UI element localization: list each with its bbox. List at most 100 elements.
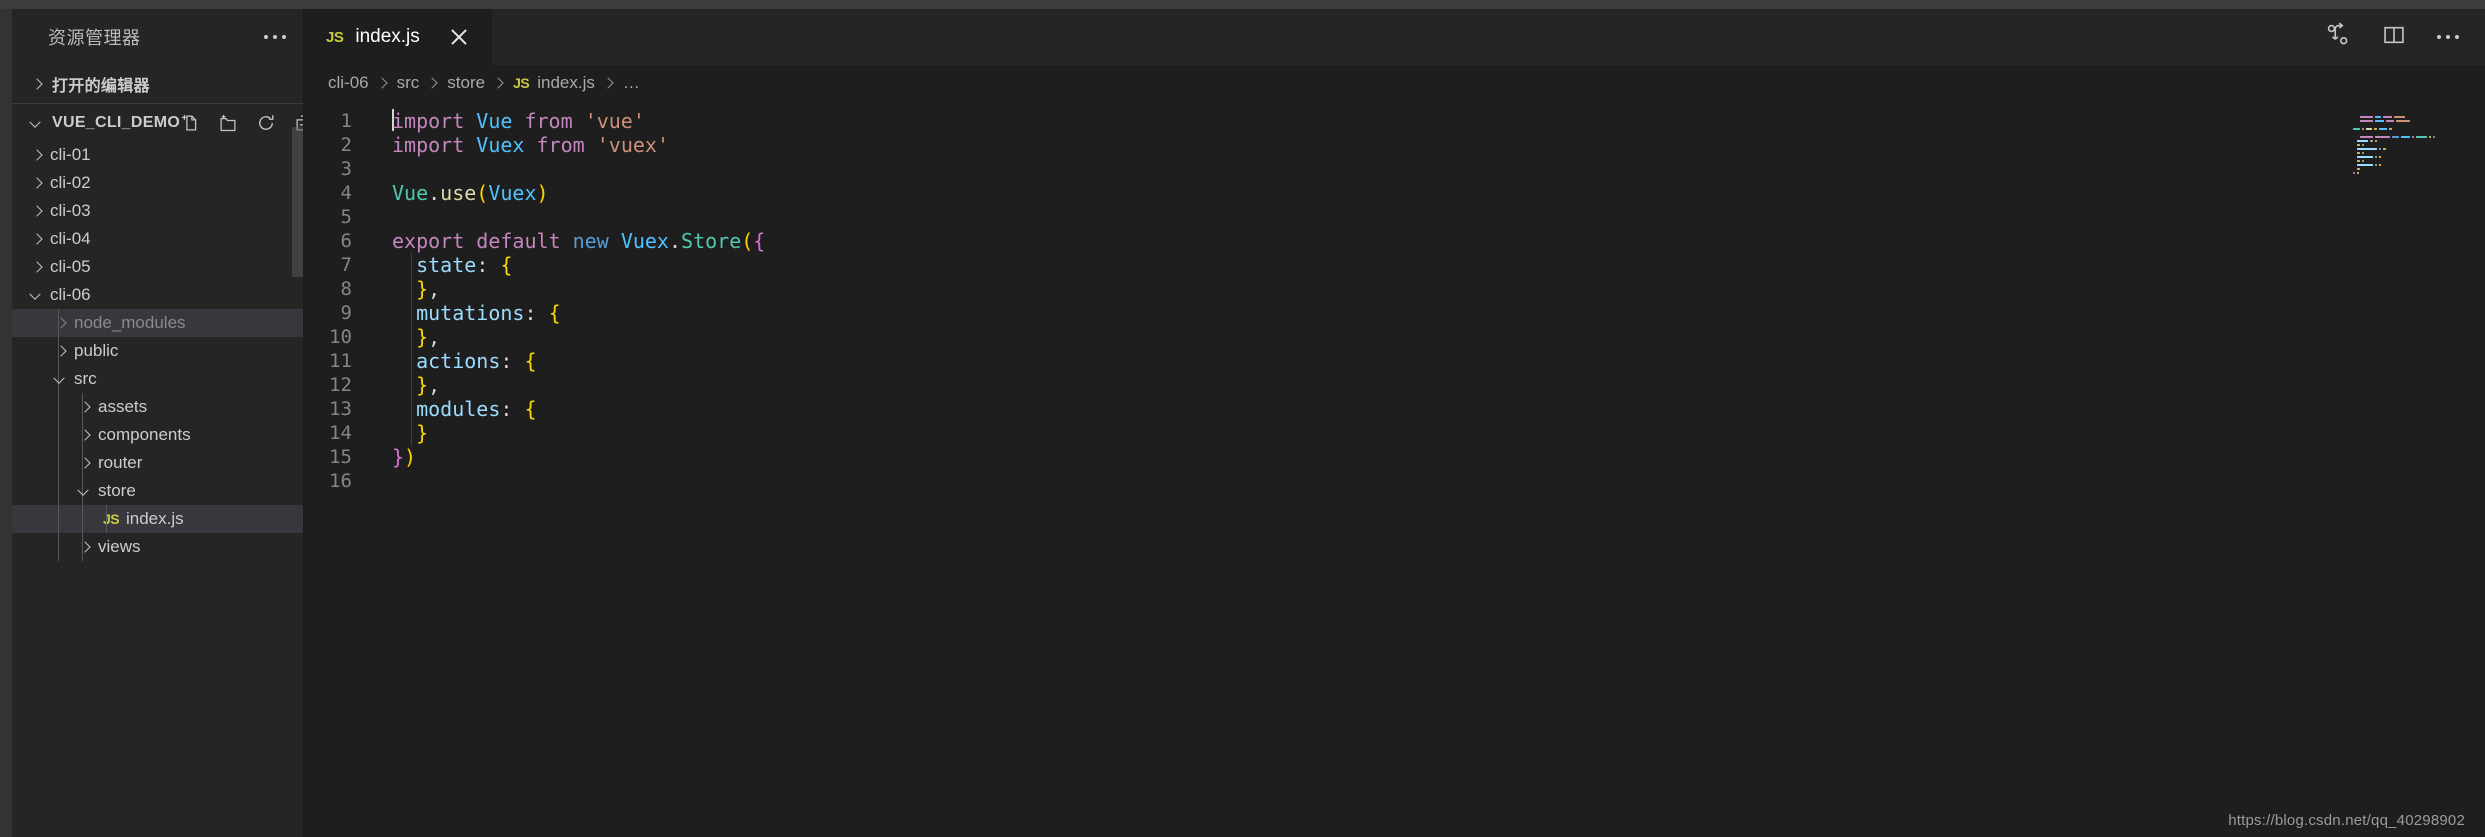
indent-guide [58,477,59,505]
workbench-body: 资源管理器 打开的编辑器 VUE_CLI_DEMO cli-01 cli-02 … [0,9,2485,837]
breadcrumb-item-cli-06[interactable]: cli-06 [326,73,371,93]
code-token: state [416,253,477,277]
chevron-right-icon[interactable] [74,424,96,446]
code-token: 'vuex' [596,133,669,157]
code-line-15[interactable]: }) [382,445,2485,469]
tree-folder-cli-03[interactable]: cli-03 [12,197,304,225]
code-content[interactable]: import Vue from 'vue' import Vuex from 'v… [382,101,2485,837]
chevron-down-icon[interactable] [26,284,48,306]
code-line-10[interactable]: }, [382,325,2485,349]
indent-guide [58,393,59,421]
code-token: : [500,349,525,373]
tree-folder-cli-01[interactable]: cli-01 [12,141,304,169]
tree-folder-cli-05[interactable]: cli-05 [12,253,304,281]
code-token: actions [416,349,501,373]
code-token: ( [741,229,754,253]
more-actions-icon[interactable] [2437,35,2459,39]
breadcrumb-item-store[interactable]: store [445,73,487,93]
tree-folder-public[interactable]: public [12,337,304,365]
chevron-right-icon[interactable] [74,396,96,418]
file-tree[interactable]: cli-01 cli-02 cli-03 cli-04 cli-05 cli-06 node… [12,141,304,837]
code-line-11[interactable]: actions: { [382,349,2485,373]
tree-folder-assets[interactable]: assets [12,393,304,421]
code-token: mutations [416,301,525,325]
chevron-right-icon[interactable] [50,312,72,334]
open-editors-section-header[interactable]: 打开的编辑器 [12,65,304,103]
code-token: . [668,229,682,253]
breadcrumb-separator-icon [487,74,511,92]
chevron-down-icon[interactable] [50,368,72,390]
split-editor-icon[interactable] [2381,22,2407,53]
tree-item-label: assets [98,397,148,416]
code-line-8[interactable]: }, [382,277,2485,301]
tree-folder-src[interactable]: src [12,365,304,393]
chevron-down-icon[interactable] [74,480,96,502]
code-line-7[interactable]: state: { [382,253,2485,277]
chevron-right-icon[interactable] [26,200,48,222]
code-line-4[interactable]: Vue.use(Vuex) [382,181,2485,205]
code-token: from [524,109,573,133]
tree-folder-router[interactable]: router [12,449,304,477]
breadcrumb[interactable]: cli-06 src store JS index.js … [304,65,2485,101]
code-line-2[interactable]: import Vuex from 'vuex' [382,133,2485,157]
code-line-14[interactable]: } [382,421,2485,445]
code-line-6[interactable]: export default new Vuex.Store({ [382,229,2485,253]
line-number-gutter: 1 2 3 4 5 6 7 8 9 10 11 12 13 14 15 16 [304,101,382,837]
workspace-section-header[interactable]: VUE_CLI_DEMO [12,103,312,141]
indent-guide [58,421,59,449]
code-line-16[interactable] [382,469,2485,493]
explorer-title: 资源管理器 [48,28,141,48]
tree-folder-cli-04[interactable]: cli-04 [12,225,304,253]
new-folder-icon[interactable] [218,113,238,133]
code-editor[interactable]: 1 2 3 4 5 6 7 8 9 10 11 12 13 14 15 16 import Vue from … [304,101,2485,837]
new-file-icon[interactable] [180,113,200,133]
code-token: { [524,397,537,421]
chevron-right-icon[interactable] [26,172,48,194]
tab-index-js[interactable]: JS index.js [304,9,493,65]
line-number: 10 [329,326,352,348]
code-line-1[interactable]: import Vue from 'vue' [382,109,2485,133]
editor-scrollbar[interactable] [2469,101,2485,837]
breadcrumb-item-[interactable]: … [621,73,642,93]
code-token: } [416,277,429,301]
code-line-5[interactable] [382,205,2485,229]
code-token: Vue [392,181,429,205]
code-line-3[interactable] [382,157,2485,181]
code-line-12[interactable]: }, [382,373,2485,397]
breadcrumb-item-index.js[interactable]: JS index.js [511,73,597,93]
tree-item-label: cli-01 [50,145,91,164]
refresh-icon[interactable] [256,113,276,133]
code-token: use [440,181,477,205]
code-line-9[interactable]: mutations: { [382,301,2485,325]
chevron-right-icon[interactable] [26,228,48,250]
chevron-right-icon[interactable] [26,256,48,278]
tree-folder-cli-06[interactable]: cli-06 [12,281,304,309]
chevron-right-icon[interactable] [26,144,48,166]
tree-folder-store[interactable]: store [12,477,304,505]
code-token: from [536,133,585,157]
line-number: 13 [329,398,352,420]
activity-bar[interactable] [0,9,12,837]
chevron-right-icon[interactable] [74,536,96,558]
tree-folder-cli-02[interactable]: cli-02 [12,169,304,197]
breadcrumb-item-src[interactable]: src [395,73,422,93]
close-icon[interactable] [446,24,472,50]
chevron-right-icon[interactable] [74,452,96,474]
code-line-13[interactable]: modules: { [382,397,2485,421]
tree-folder-views[interactable]: views [12,533,304,561]
tree-folder-components[interactable]: components [12,421,304,449]
code-token: new [572,229,609,253]
chevron-right-icon[interactable] [50,340,72,362]
tree-folder-node_modules[interactable]: node_modules [12,309,304,337]
split-source-control-icon[interactable] [2325,22,2351,53]
breadcrumb-label: store [447,73,486,92]
indent-guide [58,449,59,477]
tree-item-label: node_modules [74,313,186,332]
more-horizontal-icon[interactable] [264,35,286,39]
tree-file-index.js[interactable]: JS index.js [12,505,304,533]
